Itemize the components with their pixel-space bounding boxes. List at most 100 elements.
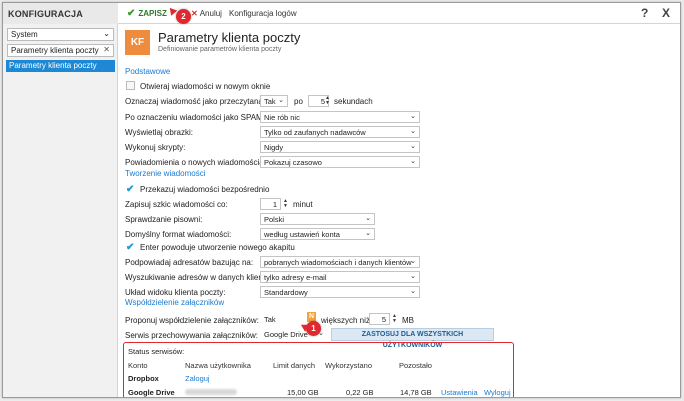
column-username: Nazwa użytkownika xyxy=(185,361,251,370)
chevron-down-icon: ⌄ xyxy=(410,288,416,295)
draft-stepper-icon[interactable]: ▲ ▼ xyxy=(283,199,288,209)
sidebar-search-input[interactable]: Parametry klienta poczty ✕ xyxy=(7,44,114,57)
apply-all-users-button[interactable]: ZASTOSUJ DLA WSZYSTKICH UŻYTKOWNIKÓW xyxy=(331,328,494,349)
images-select[interactable]: Tylko od zaufanych nadawców ⌄ xyxy=(260,126,420,138)
module-badge: KF xyxy=(125,30,150,55)
section-basic: Podstawowe xyxy=(125,67,171,76)
page-subtitle: Definiowanie parametrów klienta poczty xyxy=(158,46,282,53)
module-select[interactable]: System ⌄ xyxy=(7,28,114,41)
mb-label: MB xyxy=(402,316,414,325)
annotation-marker-2: 2 xyxy=(176,9,191,24)
annotation-marker-1: 1 xyxy=(306,321,321,336)
check-icon: ✔ xyxy=(127,8,136,19)
mark-read-select[interactable]: Tak ⌄ xyxy=(260,95,288,107)
address-search-select[interactable]: tylko adresy e-mail ⌄ xyxy=(260,271,420,283)
section-compose: Tworzenie wiadomości xyxy=(125,169,206,178)
google-drive-settings-link[interactable]: Ustawienia xyxy=(441,388,478,397)
column-left: Pozostało xyxy=(399,361,432,370)
save-label: ZAPISZ xyxy=(138,9,167,18)
chevron-down-icon: ⌄ xyxy=(103,29,110,38)
chevron-down-icon: ⌄ xyxy=(365,215,371,222)
forward-direct-checkbox[interactable]: ✔ xyxy=(126,185,135,195)
column-limit: Limit danych xyxy=(273,361,316,370)
address-search-value: tylko adresy e-mail xyxy=(264,273,327,282)
images-value: Tylko od zaufanych nadawców xyxy=(264,128,366,137)
open-new-window-label: Otwieraj wiadomości w nowym oknie xyxy=(140,82,271,91)
module-select-value: System xyxy=(11,30,38,39)
sidebar-item-mail-params[interactable]: Parametry klienta poczty xyxy=(6,60,115,72)
size-threshold-value: 5 xyxy=(381,315,386,324)
page-title: Parametry klienta poczty xyxy=(158,30,301,45)
google-drive-logout-link[interactable]: Wyloguj xyxy=(484,388,511,397)
propose-sharing-select[interactable]: Tak xyxy=(260,313,306,325)
seconds-stepper-icon[interactable]: ▲ ▼ xyxy=(325,96,330,106)
suggest-recipients-label: Podpowiadaj adresatów bazując na: xyxy=(125,258,254,267)
help-icon[interactable]: ? xyxy=(641,6,648,20)
cancel-label: Anuluj xyxy=(199,9,222,18)
sidebar-search-value: Parametry klienta poczty xyxy=(11,46,99,55)
chevron-down-icon: ⌄ xyxy=(410,158,416,165)
google-drive-left: 14,78 GB xyxy=(400,388,432,397)
dropbox-login-link[interactable]: Zaloguj xyxy=(185,374,210,383)
chevron-down-icon: ⌄ xyxy=(410,258,416,265)
column-used: Wykorzystano xyxy=(325,361,373,370)
mark-read-label: Oznaczaj wiadomość jako przeczytaną: xyxy=(125,97,266,106)
address-search-label: Wyszukiwanie adresów w danych klientów: xyxy=(125,273,278,282)
client-layout-select[interactable]: Standardowy ⌄ xyxy=(260,286,420,298)
google-drive-username-blurred xyxy=(185,389,237,395)
minutes-label: minut xyxy=(293,200,313,209)
client-layout-value: Standardowy xyxy=(264,288,308,297)
spell-check-value: Polski xyxy=(264,215,285,224)
google-drive-used: 0,22 GB xyxy=(346,388,374,397)
cancel-icon: ✕ xyxy=(191,9,198,18)
main-panel: KF Parametry klienta poczty Definiowanie… xyxy=(118,24,680,397)
open-new-window-checkbox[interactable] xyxy=(126,81,135,90)
size-threshold-input[interactable]: 5 xyxy=(369,313,390,325)
mark-read-value: Tak xyxy=(264,97,276,106)
size-stepper-icon[interactable]: ▲ ▼ xyxy=(392,314,397,324)
draft-interval-value: 1 xyxy=(272,200,277,209)
chevron-down-icon: ⌄ xyxy=(410,143,416,150)
spam-label: Po oznaczeniu wiadomości jako SPAM: xyxy=(125,113,265,122)
notifications-select[interactable]: Pokazuj czasowo ⌄ xyxy=(260,156,420,168)
notifications-label: Powiadomienia o nowych wiadomościach: xyxy=(125,158,275,167)
sidebar: System ⌄ Parametry klienta poczty ✕ Parame… xyxy=(3,24,118,397)
dropbox-account: Dropbox xyxy=(128,374,159,383)
save-button[interactable]: ✔ ZAPISZ xyxy=(127,8,167,19)
draft-label: Zapisuj szkic wiadomości co: xyxy=(125,200,228,209)
services-status-title: Status serwisów: xyxy=(128,347,185,356)
enter-paragraph-label: Enter powoduje utworzenie nowego akapitu xyxy=(140,243,295,252)
google-drive-limit: 15,00 GB xyxy=(287,388,319,397)
draft-interval-input[interactable]: 1 xyxy=(260,198,281,210)
chevron-down-icon: ⌄ xyxy=(410,273,416,280)
after-label: po xyxy=(294,97,303,106)
google-drive-account: Google Drive xyxy=(128,388,175,397)
default-format-select[interactable]: według ustawień konta ⌄ xyxy=(260,228,375,240)
client-layout-label: Układ widoku klienta poczty: xyxy=(125,288,226,297)
spell-check-select[interactable]: Polski ⌄ xyxy=(260,213,375,225)
spam-select[interactable]: Nie rób nic ⌄ xyxy=(260,111,420,123)
clear-icon[interactable]: ✕ xyxy=(103,45,110,54)
toolbar: KONFIGURACJA ✔ ZAPISZ ✕ Anuluj Konfiguracj… xyxy=(3,3,680,24)
scripts-select[interactable]: Nigdy ⌄ xyxy=(260,141,420,153)
storage-service-label: Serwis przechowywania załączników: xyxy=(125,331,258,340)
enter-paragraph-checkbox[interactable]: ✔ xyxy=(126,243,135,253)
configuration-window: KONFIGURACJA ✔ ZAPISZ ✕ Anuluj Konfiguracj… xyxy=(2,2,681,398)
storage-service-value: Google Drive xyxy=(264,330,308,339)
close-icon[interactable]: X xyxy=(662,6,670,20)
propose-sharing-value: Tak xyxy=(264,315,276,324)
default-format-label: Domyślny format wiadomości: xyxy=(125,230,232,239)
chevron-down-icon: ⌄ xyxy=(410,113,416,120)
column-account: Konto xyxy=(128,361,148,370)
notifications-value: Pokazuj czasowo xyxy=(264,158,322,167)
cancel-button[interactable]: ✕ Anuluj xyxy=(191,9,222,18)
scripts-label: Wykonuj skrypty: xyxy=(125,143,186,152)
forward-direct-label: Przekazuj wiadomości bezpośrednio xyxy=(140,185,270,194)
spam-value: Nie rób nic xyxy=(264,113,300,122)
larger-than-label: większych niż: xyxy=(321,316,373,325)
images-label: Wyświetlaj obrazki: xyxy=(125,128,193,137)
log-config-button[interactable]: Konfiguracja logów xyxy=(229,9,297,18)
propose-sharing-label: Proponuj współdzielenie załączników: xyxy=(125,316,259,325)
suggest-recipients-select[interactable]: pobranych wiadomościach i danych klientó… xyxy=(260,256,420,268)
app-title: KONFIGURACJA xyxy=(3,3,118,24)
